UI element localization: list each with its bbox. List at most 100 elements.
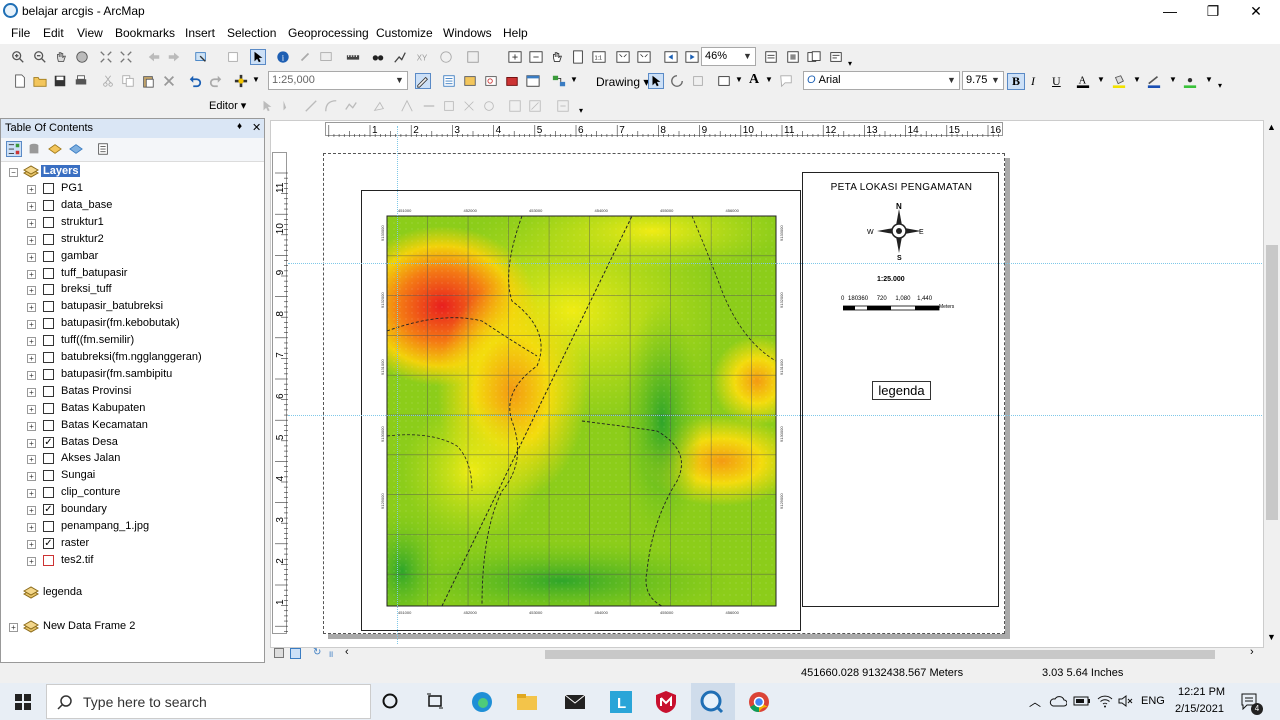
layer-item[interactable]: + batupasir_batubreksi — [1, 299, 264, 316]
layer-visibility-checkbox[interactable] — [43, 233, 54, 245]
full-extent-icon[interactable] — [74, 49, 90, 65]
layer-visibility-checkbox[interactable]: ✓ — [43, 504, 54, 516]
hyperlink-icon[interactable] — [297, 49, 313, 65]
trace-icon[interactable] — [343, 98, 359, 114]
file-explorer-icon[interactable] — [515, 690, 539, 714]
arctoolbox-icon[interactable] — [504, 73, 520, 89]
horizontal-ruler[interactable]: 1 2 3 4 5 6 7 8 9 10 11 12 13 14 15 16 — [325, 122, 1003, 137]
layer-visibility-checkbox[interactable] — [43, 335, 54, 347]
pin-icon[interactable]: ♦ — [237, 121, 242, 132]
select-features-icon[interactable] — [193, 49, 209, 65]
layer-visibility-checkbox[interactable] — [43, 521, 54, 532]
expand-icon[interactable]: + — [27, 201, 36, 211]
clock-time[interactable]: 12:21 PM — [1178, 686, 1225, 698]
layer-item[interactable]: + PG1 — [1, 181, 264, 198]
expand-icon[interactable]: + — [27, 539, 36, 549]
go-to-xy-icon[interactable]: XY — [414, 49, 430, 65]
line-color-icon[interactable] — [1146, 73, 1162, 89]
menu-bookmarks[interactable]: Bookmarks — [115, 26, 175, 40]
collapse-icon[interactable]: − — [9, 168, 18, 177]
pan-hand-icon[interactable] — [53, 49, 69, 65]
wifi-icon[interactable] — [1097, 693, 1113, 709]
layer-visibility-checkbox[interactable] — [43, 402, 54, 414]
scroll-thumb[interactable] — [1266, 245, 1278, 520]
font-color-icon[interactable]: A — [1075, 73, 1091, 89]
font-name-combo[interactable]: O Arial ▼ — [803, 71, 960, 90]
cortana-icon[interactable] — [381, 692, 399, 710]
layer-visibility-checkbox[interactable] — [43, 250, 54, 262]
next-extent-icon[interactable] — [684, 49, 700, 65]
paste-icon[interactable] — [140, 73, 156, 89]
font-size-combo[interactable]: 9.75 ▼ — [962, 71, 1004, 90]
horizontal-guide[interactable] — [288, 263, 1262, 264]
change-layout-icon[interactable] — [806, 49, 822, 65]
font-color-dropdown-icon[interactable]: ▼ — [1097, 75, 1105, 84]
zoom-whole-page-icon[interactable] — [570, 49, 586, 65]
menu-help[interactable]: Help — [503, 26, 528, 40]
onedrive-cloud-icon[interactable] — [1049, 694, 1067, 708]
rotate-edit-icon[interactable] — [481, 98, 497, 114]
fixed-zoom-in-icon[interactable] — [98, 49, 114, 65]
volume-muted-icon[interactable] — [1117, 693, 1133, 709]
layer-item[interactable]: + data_base — [1, 198, 264, 215]
list-by-selection-icon[interactable] — [68, 141, 84, 157]
show-hidden-icons[interactable]: ︿ — [1029, 693, 1041, 710]
expand-icon[interactable]: + — [27, 387, 36, 397]
find-icon[interactable] — [370, 49, 386, 65]
edge-browser-icon[interactable] — [470, 690, 494, 714]
vertical-scrollbar[interactable]: ▲ ▼ — [1264, 120, 1280, 648]
expand-icon[interactable]: + — [27, 370, 36, 380]
menu-edit[interactable]: Edit — [43, 26, 64, 40]
pause-drawing-icon[interactable]: ॥ — [328, 647, 333, 660]
table-of-contents-icon[interactable] — [441, 73, 457, 89]
expand-icon[interactable]: + — [27, 354, 36, 363]
layer-visibility-checkbox[interactable] — [43, 267, 54, 279]
list-by-source-icon[interactable] — [26, 141, 42, 157]
end-point-arc-icon[interactable] — [323, 98, 339, 114]
cut-polygon-icon[interactable] — [441, 98, 457, 114]
layer-item[interactable]: + struktur2 — [1, 232, 264, 249]
toc-options-icon[interactable] — [95, 141, 111, 157]
data-driven-pages-icon[interactable] — [828, 49, 844, 65]
menu-windows[interactable]: Windows — [443, 26, 492, 40]
layer-visibility-checkbox[interactable] — [43, 470, 54, 482]
marker-color-dropdown-icon[interactable]: ▼ — [1205, 75, 1213, 84]
l-app-icon[interactable]: L — [609, 690, 633, 714]
fixed-zoom-in-layout-icon[interactable] — [615, 49, 631, 65]
title-legend-frame[interactable]: PETA LOKASI PENGAMATAN N S W E 1:25.000 … — [802, 172, 999, 607]
toolbar-overflow-icon[interactable]: ▾ — [1218, 81, 1222, 90]
layer-visibility-checkbox[interactable] — [43, 284, 54, 296]
new-document-icon[interactable] — [12, 73, 28, 89]
underline-button[interactable]: U — [1052, 74, 1061, 89]
new-data-frame-2[interactable]: + New Data Frame 2 — [1, 619, 264, 636]
viewer-window-icon[interactable] — [465, 49, 481, 65]
zoom-to-selected-icon[interactable] — [690, 73, 706, 89]
open-folder-icon[interactable] — [32, 73, 48, 89]
zoom-combo[interactable]: 46% ▼ — [701, 47, 756, 66]
expand-icon[interactable]: + — [9, 623, 18, 632]
layer-visibility-checkbox[interactable] — [43, 368, 54, 380]
layer-visibility-checkbox[interactable] — [43, 453, 54, 465]
layer-visibility-checkbox[interactable] — [43, 318, 54, 330]
attributes-icon[interactable] — [507, 98, 523, 114]
taskbar-search-box[interactable]: Type here to search — [46, 684, 371, 719]
windows-start-icon[interactable] — [14, 693, 32, 711]
layer-item[interactable]: + Batas Provinsi — [1, 384, 264, 401]
layer-item[interactable]: + ✓ raster — [1, 536, 264, 553]
close-button[interactable]: ✕ — [1235, 0, 1277, 22]
refresh-icon[interactable]: ↻ — [313, 647, 321, 658]
line-color-dropdown-icon[interactable]: ▼ — [1169, 75, 1177, 84]
drawing-select-icon[interactable] — [648, 73, 664, 89]
task-view-icon[interactable] — [425, 692, 445, 710]
previous-extent-icon[interactable] — [663, 49, 679, 65]
catalog-window-icon[interactable] — [462, 73, 478, 89]
layer-visibility-checkbox[interactable] — [43, 419, 54, 431]
layout-zoom-in-icon[interactable] — [507, 49, 523, 65]
callout-icon[interactable] — [778, 73, 794, 89]
vertical-ruler[interactable]: 11 10 9 8 7 6 5 4 3 2 1 — [272, 152, 288, 634]
print-icon[interactable] — [73, 73, 89, 89]
layer-item[interactable]: + gambar — [1, 249, 264, 266]
fixed-zoom-out-icon[interactable] — [118, 49, 134, 65]
map-scale-combo[interactable]: 1:25,000 ▼ — [268, 71, 408, 90]
menu-geoprocessing[interactable]: Geoprocessing — [288, 26, 369, 40]
